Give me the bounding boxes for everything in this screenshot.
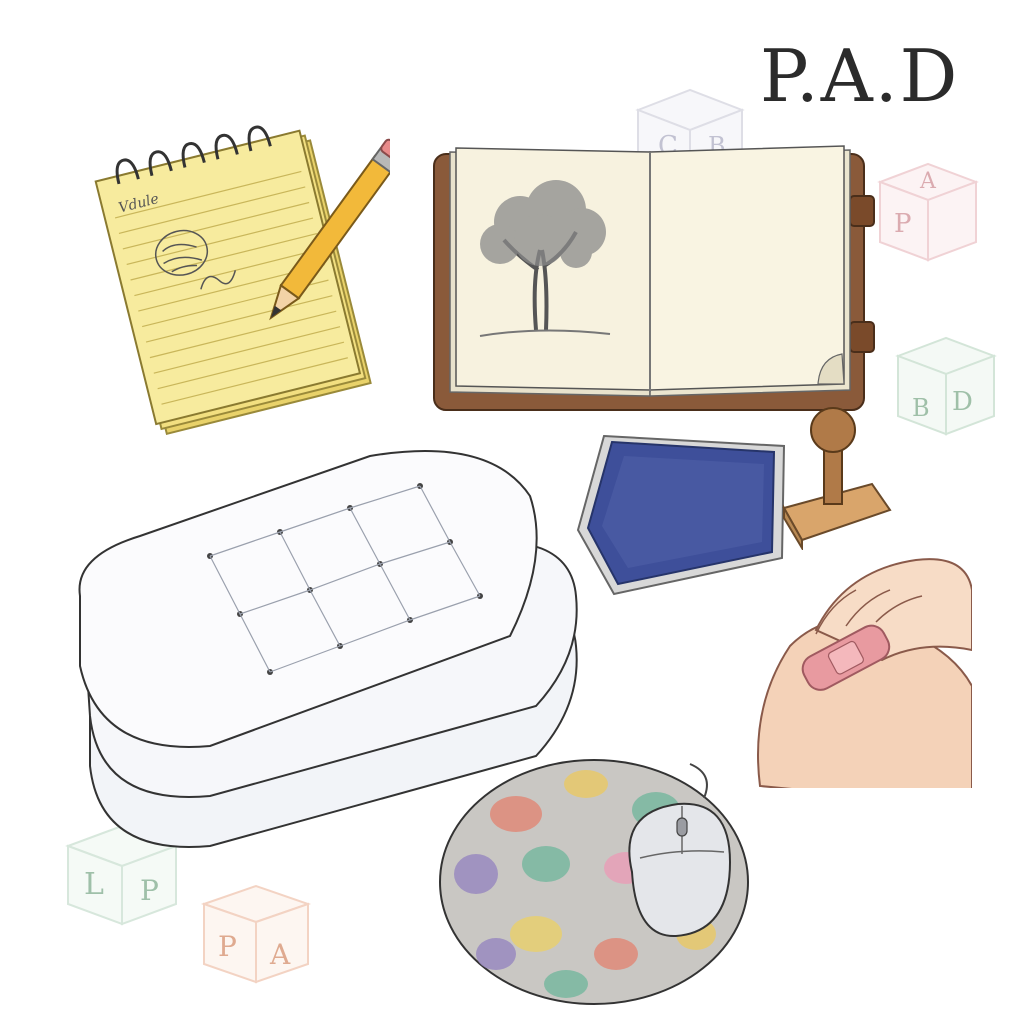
illustration-scene: P.A.D C B A P D B L P P A Vdule	[0, 0, 1024, 1024]
letter-block-icon: A P	[877, 162, 979, 262]
notepad-icon: Vdule	[94, 125, 390, 435]
block-letter: B	[912, 394, 930, 422]
letter-block-icon: D B	[895, 336, 997, 436]
page-title: P.A.D	[760, 34, 960, 118]
block-letter: L	[84, 867, 104, 902]
block-letter: D	[952, 387, 973, 417]
rubber-stamp-icon	[782, 407, 892, 550]
block-letter: P	[218, 930, 237, 963]
block-letter: A	[919, 169, 937, 194]
knee-bandage-icon	[757, 558, 972, 788]
block-letter: P	[140, 874, 159, 907]
sketchbook-icon	[433, 145, 875, 411]
letter-block-icon: P A	[200, 884, 312, 984]
mouse-pad-icon	[439, 759, 749, 1005]
block-letter: A	[269, 938, 291, 971]
block-letter: P	[894, 209, 912, 239]
